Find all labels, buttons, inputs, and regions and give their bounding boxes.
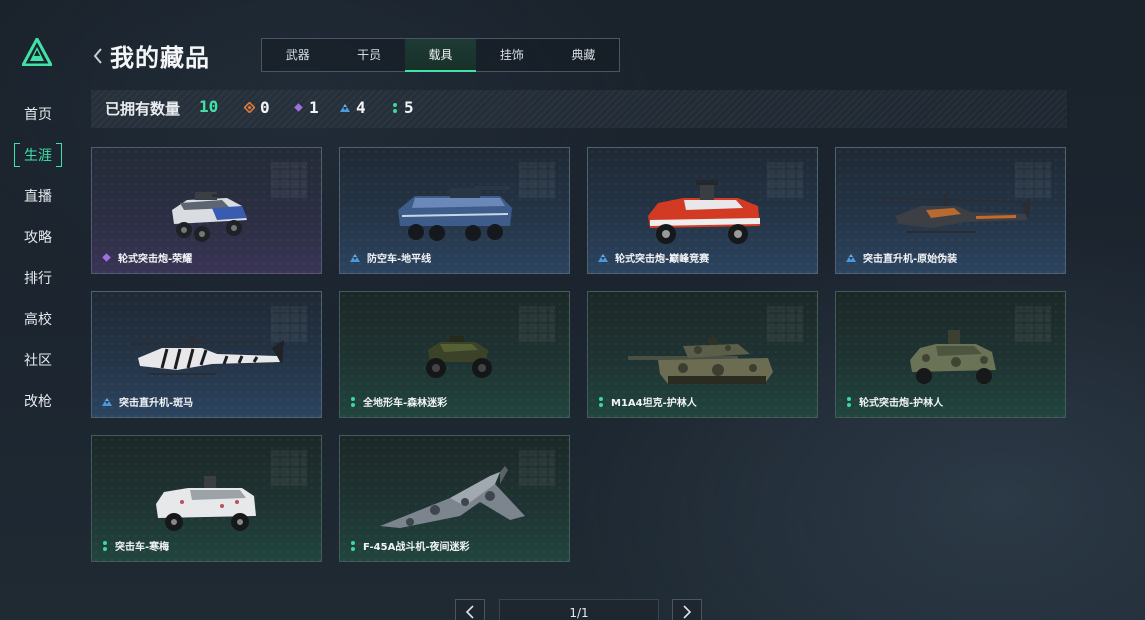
owned-count-label: 已拥有数量 bbox=[105, 100, 181, 118]
nav-label: 改枪 bbox=[24, 394, 52, 410]
next-page-button[interactable] bbox=[672, 599, 702, 620]
back-chevron-icon[interactable] bbox=[92, 46, 104, 66]
vehicle-card-label: 防空车-地平线 bbox=[349, 250, 431, 265]
nav-item-university[interactable]: 高校 bbox=[0, 305, 76, 335]
vehicle-name: 全地形车-森林迷彩 bbox=[363, 398, 448, 409]
rarity-count-purple: 1 bbox=[293, 98, 319, 117]
vehicle-name: 轮式突击炮-护林人 bbox=[859, 398, 944, 409]
nav-label: 生涯 bbox=[24, 148, 52, 164]
vehicle-card-label: 轮式突击炮-护林人 bbox=[845, 394, 943, 409]
blue-rarity-icon bbox=[102, 397, 112, 406]
sidebar: 首页 生涯 直播 攻略 排行 高校 社区 改枪 bbox=[0, 0, 76, 620]
green-rarity-icon bbox=[351, 396, 355, 407]
green-rarity-icon bbox=[599, 396, 603, 407]
nav-label: 攻略 bbox=[24, 230, 52, 246]
vehicle-card[interactable]: 突击直升机-斑马 bbox=[91, 291, 322, 418]
vehicle-card-label: 轮式突击炮-巅峰竞赛 bbox=[597, 250, 709, 265]
vehicle-name: 轮式突击炮-巅峰竞赛 bbox=[615, 254, 710, 265]
rarity-count-value: 4 bbox=[356, 98, 366, 117]
vehicle-card[interactable]: 轮式突击炮-荣耀 bbox=[91, 147, 322, 274]
nav-label: 排行 bbox=[24, 271, 52, 287]
rarity-count-orange: 0 bbox=[244, 98, 270, 117]
vehicle-name: F-45A战斗机-夜间迷彩 bbox=[363, 542, 470, 553]
nav-label: 首页 bbox=[24, 107, 52, 123]
vehicle-card-label: 突击直升机-原始伪装 bbox=[845, 250, 957, 265]
active-bracket-right bbox=[56, 143, 62, 167]
prev-page-button[interactable] bbox=[455, 599, 485, 620]
blue-rarity-icon bbox=[846, 253, 856, 262]
orange-rarity-icon bbox=[244, 102, 255, 113]
blue-rarity-icon bbox=[340, 103, 350, 112]
page-title: 我的藏品 bbox=[110, 44, 210, 72]
rarity-count-blue: 4 bbox=[339, 98, 366, 117]
nav-label: 高校 bbox=[24, 312, 52, 328]
tab-collection[interactable]: 典藏 bbox=[548, 39, 619, 71]
nav-item-gunsmith[interactable]: 改枪 bbox=[0, 387, 76, 417]
vehicle-card[interactable]: M1A4坦克-护林人 bbox=[587, 291, 818, 418]
green-rarity-icon bbox=[351, 540, 355, 551]
purple-rarity-icon bbox=[102, 253, 111, 262]
rarity-count-value: 5 bbox=[404, 98, 414, 117]
vehicle-name: 突击直升机-原始伪装 bbox=[863, 254, 958, 265]
owned-count-bar: 已拥有数量 10 0 1 4 5 bbox=[91, 90, 1067, 128]
green-rarity-icon bbox=[103, 540, 107, 551]
vehicle-card[interactable]: 全地形车-森林迷彩 bbox=[339, 291, 570, 418]
chevron-right-icon bbox=[683, 605, 692, 619]
sidebar-nav: 首页 生涯 直播 攻略 排行 高校 社区 改枪 bbox=[0, 100, 76, 428]
nav-label: 社区 bbox=[24, 353, 52, 369]
vehicle-name: 突击直升机-斑马 bbox=[119, 398, 194, 409]
green-rarity-icon bbox=[847, 396, 851, 407]
blue-rarity-icon bbox=[350, 253, 360, 262]
vehicle-card-label: M1A4坦克-护林人 bbox=[597, 394, 697, 409]
vehicle-name: 突击车-寒梅 bbox=[115, 542, 170, 553]
green-rarity-icon bbox=[393, 102, 397, 113]
vehicle-card-label: 轮式突击炮-荣耀 bbox=[101, 250, 192, 265]
chevron-left-icon bbox=[465, 605, 474, 619]
tab-vehicles[interactable]: 载具 bbox=[404, 39, 477, 72]
nav-item-community[interactable]: 社区 bbox=[0, 346, 76, 376]
vehicle-card[interactable]: 突击直升机-原始伪装 bbox=[835, 147, 1066, 274]
vehicle-card-label: 突击直升机-斑马 bbox=[101, 394, 193, 409]
nav-item-home[interactable]: 首页 bbox=[0, 100, 76, 130]
blue-rarity-icon bbox=[598, 253, 608, 262]
active-bracket-left bbox=[14, 143, 20, 167]
owned-count-total: 10 bbox=[199, 97, 219, 116]
vehicle-card[interactable]: 轮式突击炮-护林人 bbox=[835, 291, 1066, 418]
rarity-count-value: 1 bbox=[309, 98, 319, 117]
app-logo-icon[interactable] bbox=[22, 38, 52, 66]
nav-item-career[interactable]: 生涯 bbox=[0, 141, 76, 171]
vehicle-card[interactable]: F-45A战斗机-夜间迷彩 bbox=[339, 435, 570, 562]
page-indicator: 1/1 bbox=[499, 599, 659, 620]
vehicle-card[interactable]: 轮式突击炮-巅峰竞赛 bbox=[587, 147, 818, 274]
vehicle-card-label: F-45A战斗机-夜间迷彩 bbox=[349, 538, 469, 553]
rarity-count-value: 0 bbox=[260, 98, 270, 117]
vehicle-card[interactable]: 突击车-寒梅 bbox=[91, 435, 322, 562]
vehicle-name: 防空车-地平线 bbox=[367, 254, 432, 265]
vehicle-name: 轮式突击炮-荣耀 bbox=[118, 254, 193, 265]
nav-item-ranking[interactable]: 排行 bbox=[0, 264, 76, 294]
tab-charms[interactable]: 挂饰 bbox=[476, 39, 547, 71]
vehicle-name: M1A4坦克-护林人 bbox=[611, 398, 697, 409]
vehicle-card-label: 突击车-寒梅 bbox=[101, 538, 169, 553]
nav-item-live[interactable]: 直播 bbox=[0, 182, 76, 212]
category-tabs: 武器 干员 载具 挂饰 典藏 bbox=[261, 38, 620, 72]
tab-operators[interactable]: 干员 bbox=[333, 39, 404, 71]
vehicle-card-label: 全地形车-森林迷彩 bbox=[349, 394, 447, 409]
nav-item-guides[interactable]: 攻略 bbox=[0, 223, 76, 253]
nav-label: 直播 bbox=[24, 189, 52, 205]
purple-rarity-icon bbox=[294, 103, 303, 112]
rarity-count-green: 5 bbox=[391, 98, 414, 117]
vehicle-card[interactable]: 防空车-地平线 bbox=[339, 147, 570, 274]
tab-weapons[interactable]: 武器 bbox=[262, 39, 333, 71]
